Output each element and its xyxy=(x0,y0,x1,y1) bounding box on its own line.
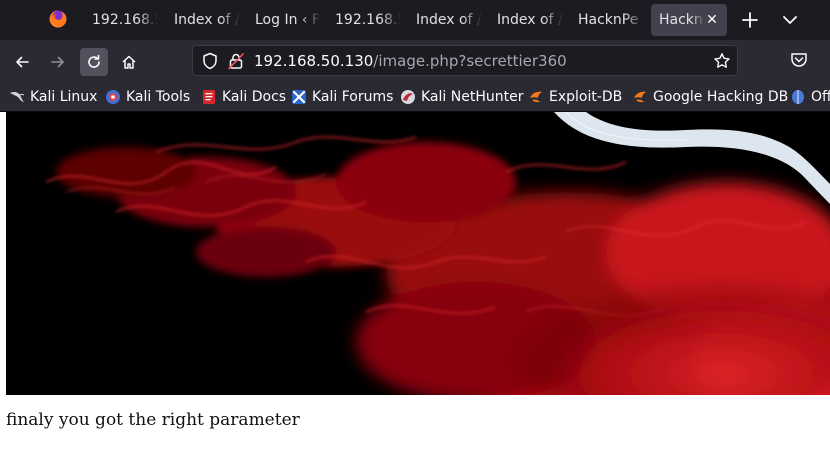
page-content: finaly you got the right parameter xyxy=(0,112,830,449)
tab-8-label: Hackn xyxy=(659,12,703,28)
tab-4[interactable]: 192.168.5 xyxy=(327,4,401,36)
tab-7[interactable]: HacknPe xyxy=(570,4,644,36)
kali-tools-icon xyxy=(106,90,120,104)
url-path: /image.php?secrettier360 xyxy=(373,52,567,70)
bookmark-kali-nethunter-label: Kali NetHunter xyxy=(421,89,524,105)
tab-4-label: 192.168.5 xyxy=(335,12,401,28)
address-bar[interactable]: 192.168.50.130/image.php?secrettier360 xyxy=(192,45,738,76)
forward-button[interactable] xyxy=(44,48,72,76)
bookmarks-toolbar: Kali Linux Kali Tools Kali Docs Kali For… xyxy=(0,82,830,112)
tab-1[interactable]: 192.168.5 xyxy=(84,4,158,36)
nethunter-icon xyxy=(401,90,415,104)
close-tab-icon[interactable]: ✕ xyxy=(703,11,721,29)
bookmark-exploit-db[interactable]: Exploit-DB xyxy=(528,87,622,107)
smoke-artwork xyxy=(6,112,830,395)
tab-6-label: Index of / xyxy=(497,12,563,28)
tab-3-label: Log In ‹ F xyxy=(255,12,321,28)
bookmark-kali-forums[interactable]: Kali Forums xyxy=(291,87,393,107)
bookmark-exploit-db-label: Exploit-DB xyxy=(549,89,623,105)
bookmark-offsec-label: Off xyxy=(811,89,830,105)
ghdb-icon xyxy=(634,91,646,103)
bookmark-offsec[interactable]: Off xyxy=(790,87,830,107)
bookmark-kali-nethunter[interactable]: Kali NetHunter xyxy=(400,87,523,107)
firefox-menu-icon[interactable] xyxy=(48,9,68,29)
kali-forums-icon xyxy=(292,90,306,104)
bookmark-kali-docs[interactable]: Kali Docs xyxy=(201,87,286,107)
page-message-text: finaly you got the right parameter xyxy=(6,410,300,430)
tab-6[interactable]: Index of / xyxy=(489,4,563,36)
reload-icon xyxy=(88,54,100,68)
insecure-lock-icon[interactable] xyxy=(227,52,245,70)
bookmark-kali-linux-label: Kali Linux xyxy=(30,89,98,105)
new-tab-plus-icon[interactable] xyxy=(738,8,762,32)
navigation-toolbar: 192.168.50.130/image.php?secrettier360 xyxy=(0,40,830,82)
bookmark-kali-tools-label: Kali Tools xyxy=(126,89,191,105)
url-host: 192.168.50.130 xyxy=(254,52,374,70)
home-button[interactable] xyxy=(115,48,143,76)
tab-3[interactable]: Log In ‹ F xyxy=(247,4,321,36)
tab-2[interactable]: Index of / xyxy=(166,4,240,36)
tab-5-label: Index of / xyxy=(416,12,482,28)
back-arrow-icon xyxy=(16,56,29,68)
tab-8-active[interactable]: Hackn ✕ xyxy=(651,4,727,36)
red-smoke-kali-image xyxy=(6,112,830,395)
tab-2-label: Index of / xyxy=(174,12,240,28)
bookmark-google-hacking-db-label: Google Hacking DB xyxy=(653,89,789,105)
kali-docs-icon xyxy=(203,90,215,104)
bookmark-star-icon[interactable] xyxy=(713,52,731,70)
bookmark-kali-linux[interactable]: Kali Linux xyxy=(9,87,97,107)
home-icon xyxy=(122,55,136,69)
tab-5[interactable]: Index of / xyxy=(408,4,482,36)
exploit-db-icon xyxy=(530,91,542,103)
offsec-icon xyxy=(792,90,804,104)
tracking-protection-shield-icon[interactable] xyxy=(201,52,219,70)
pocket-save-icon[interactable] xyxy=(789,50,809,70)
tab-strip: 192.168.5 Index of / Log In ‹ F 192.168.… xyxy=(0,0,830,40)
bookmark-kali-docs-label: Kali Docs xyxy=(222,89,287,105)
bookmark-kali-tools[interactable]: Kali Tools xyxy=(105,87,190,107)
list-all-tabs-chevron-icon[interactable] xyxy=(778,8,802,32)
back-button[interactable] xyxy=(8,48,36,76)
tab-7-label: HacknPe xyxy=(578,12,639,28)
url-text[interactable]: 192.168.50.130/image.php?secrettier360 xyxy=(254,52,567,70)
reload-button[interactable] xyxy=(80,48,108,76)
bookmark-kali-forums-label: Kali Forums xyxy=(312,89,394,105)
bookmark-google-hacking-db[interactable]: Google Hacking DB xyxy=(632,87,788,107)
kali-dragon-icon xyxy=(10,91,25,102)
forward-arrow-icon xyxy=(51,56,64,68)
tab-1-label: 192.168.5 xyxy=(92,12,158,28)
